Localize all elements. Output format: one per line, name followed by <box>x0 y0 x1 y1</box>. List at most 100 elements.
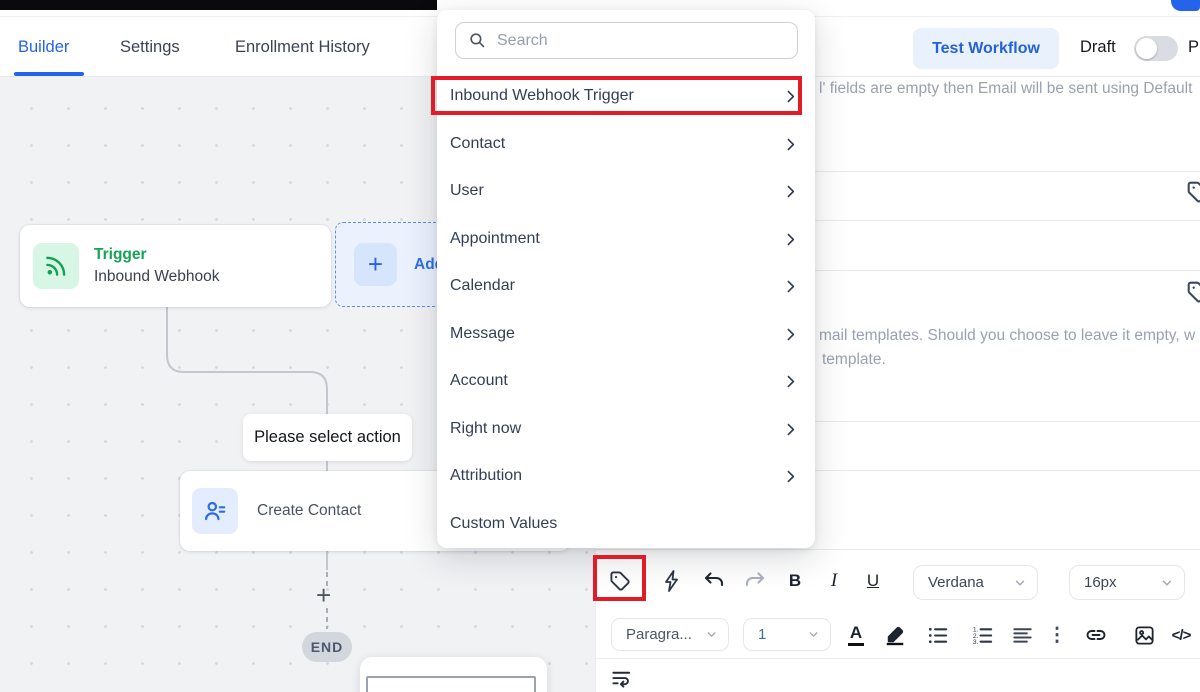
branch-plus-icon[interactable]: + <box>316 582 331 608</box>
menu-item-message[interactable]: Message <box>437 310 815 358</box>
tab-settings[interactable]: Settings <box>120 38 180 57</box>
chevron-right-icon <box>782 231 799 248</box>
trigger-node[interactable]: Trigger Inbound Webhook <box>20 225 331 307</box>
create-contact-icon <box>192 488 238 534</box>
menu-item-user[interactable]: User <box>437 167 815 215</box>
trigger-links-bolt-button[interactable] <box>655 564 689 598</box>
menu-item-custom-values[interactable]: Custom Values <box>437 500 815 548</box>
text-color-button[interactable]: A <box>839 618 873 652</box>
menu-item-calendar[interactable]: Calendar <box>437 262 815 310</box>
inbound-webhook-icon <box>33 243 79 289</box>
list-level-select[interactable]: 1 <box>743 618 831 651</box>
draft-publish-toggle[interactable] <box>1134 36 1178 61</box>
chevron-right-icon <box>782 468 799 485</box>
chevron-down-icon <box>705 628 718 641</box>
font-size-select[interactable]: 16px <box>1069 565 1185 600</box>
publish-label-partial: Pu <box>1188 38 1200 57</box>
search-input[interactable] <box>495 31 769 51</box>
underline-glyph: U <box>867 571 879 591</box>
end-badge: END <box>302 632 352 662</box>
chevron-right-icon <box>782 136 799 153</box>
bottom-popup-card <box>360 657 547 692</box>
custom-values-tag-button[interactable] <box>603 564 637 598</box>
toggle-knob <box>1136 38 1157 59</box>
select-action-text: Please select action <box>254 428 401 447</box>
ordered-list-button[interactable]: 1. 2. 3. <box>965 618 999 652</box>
menu-item-right-now[interactable]: Right now <box>437 405 815 453</box>
bold-glyph: B <box>789 571 801 591</box>
merge-field-tag-icon[interactable] <box>1181 175 1200 209</box>
list-level-value: 1 <box>758 626 766 643</box>
highlight-color-button[interactable] <box>878 618 912 652</box>
italic-button[interactable]: I <box>817 564 851 598</box>
chevron-down-icon <box>1160 576 1174 590</box>
text-color-glyph: A <box>848 624 864 647</box>
chevron-down-icon <box>807 628 820 641</box>
menu-item-label: Right now <box>450 420 521 438</box>
tab-enrollment-history[interactable]: Enrollment History <box>235 38 370 57</box>
menu-item-label: Inbound Webhook Trigger <box>450 87 634 105</box>
insert-image-button[interactable] <box>1127 618 1161 652</box>
font-family-value: Verdana <box>928 574 984 591</box>
chevron-right-icon <box>782 373 799 390</box>
align-button[interactable] <box>1005 618 1039 652</box>
draft-label: Draft <box>1080 38 1116 57</box>
action-picker-dropdown: Inbound Webhook Trigger Contact User App… <box>437 10 815 548</box>
menu-item-label: Attribution <box>450 467 522 485</box>
chevron-right-icon <box>782 88 799 105</box>
menu-item-label: Account <box>450 372 508 390</box>
plus-icon: + <box>354 243 397 286</box>
code-glyph: </> <box>1172 627 1191 644</box>
panel-helper-line1: mail templates. Should you choose to lea… <box>819 327 1195 345</box>
insert-link-button[interactable] <box>1079 618 1113 652</box>
bottom-popup-field[interactable] <box>366 676 536 692</box>
paragraph-style-value: Paragra... <box>626 626 692 643</box>
chevron-down-icon <box>1013 576 1027 590</box>
chevron-right-icon <box>782 183 799 200</box>
menu-item-label: Contact <box>450 135 505 153</box>
bullet-list-button[interactable] <box>920 618 954 652</box>
underline-button[interactable]: U <box>856 564 890 598</box>
create-contact-label: Create Contact <box>257 502 361 520</box>
test-workflow-button[interactable]: Test Workflow <box>913 28 1059 69</box>
redo-button[interactable] <box>737 564 771 598</box>
menu-item-appointment[interactable]: Appointment <box>437 215 815 263</box>
panel-helper-line2: template. <box>822 351 886 369</box>
tab-builder[interactable]: Builder <box>18 38 69 57</box>
publish-button-fragment[interactable] <box>1171 0 1200 11</box>
menu-item-attribution[interactable]: Attribution <box>437 452 815 500</box>
menu-item-label: Appointment <box>450 230 540 248</box>
svg-text:3.: 3. <box>972 639 978 646</box>
divider <box>596 658 1200 659</box>
search-icon <box>468 31 487 50</box>
active-tab-underline <box>14 72 84 76</box>
code-view-button[interactable]: </> <box>1164 618 1198 652</box>
end-badge-text: END <box>311 639 344 655</box>
menu-item-contact[interactable]: Contact <box>437 120 815 168</box>
menu-item-account[interactable]: Account <box>437 357 815 405</box>
merge-field-tag-icon[interactable] <box>1181 275 1200 309</box>
more-options-button[interactable]: ⋮ <box>1040 618 1074 652</box>
menu-item-label: Message <box>450 325 515 343</box>
menu-item-inbound-webhook-trigger[interactable]: Inbound Webhook Trigger <box>437 72 815 120</box>
paragraph-style-select[interactable]: Paragra... <box>611 618 729 651</box>
font-family-select[interactable]: Verdana <box>913 565 1038 600</box>
vertical-dots-glyph: ⋮ <box>1048 624 1067 647</box>
menu-item-label: Calendar <box>450 277 515 295</box>
divider <box>596 549 1200 550</box>
text-wrap-button[interactable] <box>604 661 638 692</box>
chevron-right-icon <box>782 278 799 295</box>
undo-button[interactable] <box>698 564 732 598</box>
top-black-bar <box>0 0 437 10</box>
italic-glyph: I <box>831 570 837 592</box>
workflow-builder-screen: Trigger Inbound Webhook + Add Please sel… <box>0 0 1200 692</box>
menu-item-label: Custom Values <box>450 515 557 533</box>
search-box[interactable] <box>455 22 798 59</box>
bold-button[interactable]: B <box>778 564 812 598</box>
select-action-tooltip: Please select action <box>243 414 412 461</box>
font-size-value: 16px <box>1084 574 1117 591</box>
chevron-right-icon <box>782 326 799 343</box>
chevron-right-icon <box>782 421 799 438</box>
trigger-node-subtitle: Inbound Webhook <box>94 268 220 286</box>
menu-item-label: User <box>450 182 484 200</box>
